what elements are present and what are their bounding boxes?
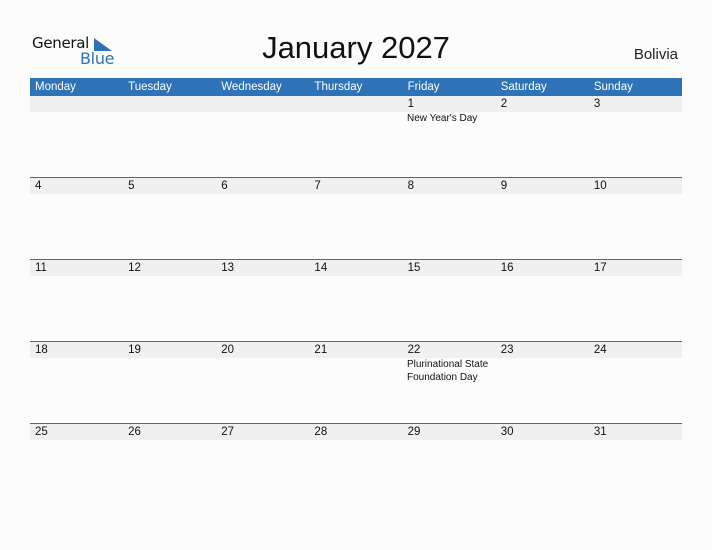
day-number: 26 bbox=[128, 426, 141, 438]
date-row: 25 26 27 28 29 30 31 bbox=[30, 424, 682, 440]
holiday-label: New Year's Day bbox=[407, 113, 478, 124]
day-number: 28 bbox=[314, 426, 328, 438]
weekday-header: Monday Tuesday Wednesday Thursday Friday… bbox=[30, 78, 682, 96]
day-number: 30 bbox=[500, 426, 514, 438]
day-number bbox=[309, 96, 402, 112]
day-number: 31 bbox=[593, 426, 607, 438]
weekday-monday: Monday bbox=[35, 81, 76, 93]
calendar-week: 4 5 6 7 8 9 10 bbox=[30, 177, 682, 259]
holiday-label bbox=[495, 112, 588, 125]
day-number: 25 bbox=[35, 426, 48, 438]
day-number: 9 bbox=[500, 180, 508, 192]
date-row: 4 5 6 7 8 9 10 bbox=[30, 178, 682, 194]
day-number: 8 bbox=[407, 180, 414, 192]
day-number bbox=[30, 96, 123, 112]
weekday-tuesday: Tuesday bbox=[128, 81, 172, 93]
holiday-label bbox=[30, 112, 123, 125]
day-number: 29 bbox=[407, 426, 421, 438]
calendar-week: 25 26 27 28 29 30 31 bbox=[30, 423, 682, 505]
day-number: 12 bbox=[128, 262, 141, 274]
holiday-label bbox=[216, 358, 309, 384]
country-label: Bolivia bbox=[633, 46, 678, 63]
calendar-week: 1 2 3 New Year's Day bbox=[30, 96, 682, 177]
holiday-label bbox=[123, 358, 216, 384]
weekday-wednesday: Wednesday bbox=[221, 81, 282, 93]
day-number: 13 bbox=[221, 262, 235, 274]
calendar-week: 11 12 13 14 15 16 17 bbox=[30, 259, 682, 341]
day-number: 21 bbox=[314, 344, 328, 356]
day-number: 23 bbox=[500, 344, 514, 356]
day-number: 6 bbox=[221, 180, 228, 192]
calendar: Monday Tuesday Wednesday Thursday Friday… bbox=[30, 78, 682, 505]
day-number: 3 bbox=[593, 98, 601, 110]
date-row: 11 12 13 14 15 16 17 bbox=[30, 260, 682, 276]
day-number bbox=[216, 96, 309, 112]
holiday-label bbox=[216, 112, 309, 125]
date-row: 18 19 20 21 22 23 24 bbox=[30, 342, 682, 358]
day-number: 7 bbox=[314, 180, 321, 192]
day-number: 17 bbox=[593, 262, 607, 274]
day-number: 5 bbox=[128, 180, 135, 192]
day-number: 16 bbox=[500, 262, 514, 274]
weekday-thursday: Thursday bbox=[314, 81, 363, 93]
weekday-saturday: Saturday bbox=[500, 81, 547, 93]
holiday-label bbox=[588, 358, 681, 384]
day-number: 20 bbox=[221, 344, 235, 356]
event-row: Plurinational State Foundation Day bbox=[30, 358, 682, 384]
day-number: 19 bbox=[128, 344, 141, 356]
day-number: 10 bbox=[593, 180, 607, 192]
holiday-label: Plurinational State Foundation Day bbox=[407, 359, 489, 383]
holiday-label bbox=[495, 358, 588, 384]
holiday-label bbox=[309, 112, 402, 125]
day-number: 11 bbox=[35, 262, 47, 274]
page-title: January 2027 bbox=[262, 30, 450, 65]
weekday-sunday: Sunday bbox=[593, 81, 633, 93]
day-number: 18 bbox=[35, 344, 48, 356]
holiday-label bbox=[123, 112, 216, 125]
day-number bbox=[123, 96, 216, 112]
event-row: New Year's Day bbox=[30, 112, 682, 125]
day-number: 1 bbox=[407, 98, 414, 110]
date-row: 1 2 3 bbox=[30, 96, 682, 112]
day-number: 24 bbox=[593, 344, 607, 356]
calendar-week: 18 19 20 21 22 23 24 Plurinational State Founda… bbox=[30, 341, 682, 423]
day-number: 22 bbox=[407, 344, 421, 356]
holiday-label bbox=[588, 112, 681, 125]
holiday-label bbox=[30, 358, 123, 384]
day-number: 27 bbox=[221, 426, 235, 438]
holiday-label bbox=[309, 358, 402, 384]
day-number: 2 bbox=[500, 98, 508, 110]
day-number: 14 bbox=[314, 262, 328, 274]
weekday-friday: Friday bbox=[407, 81, 440, 93]
day-number: 15 bbox=[407, 262, 421, 274]
day-number: 4 bbox=[35, 180, 42, 192]
